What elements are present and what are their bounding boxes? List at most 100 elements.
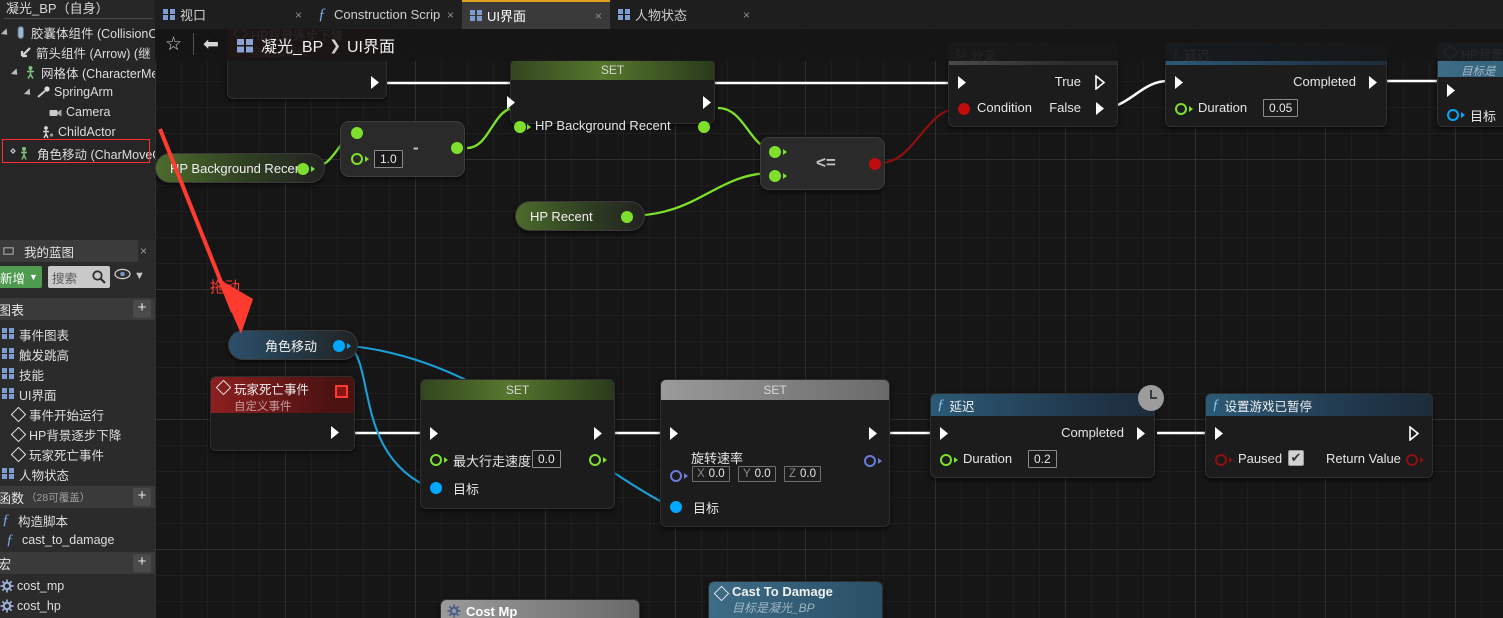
node-subtract-float[interactable]: 1.0 - — [340, 121, 465, 177]
breadcrumb-item-graph[interactable]: UI界面 — [347, 33, 395, 57]
variable-out-pin[interactable] — [621, 211, 633, 223]
node-set-game-paused[interactable]: ƒ 设置游戏已暂停 Paused ✔ Return Value — [1205, 393, 1433, 478]
node-set-rotation-rate[interactable]: SET 旋转速率 X 0.0 Y 0.0 Z 0.0 目标 — [660, 379, 890, 527]
add-graph-button[interactable]: + — [133, 300, 151, 318]
node-set-max-walk-speed[interactable]: SET 最大行走速度 0.0 目标 — [420, 379, 615, 509]
visibility-options-button[interactable]: ▼ — [114, 268, 145, 283]
exec-in-pin[interactable] — [957, 75, 970, 90]
graph-item-player-death[interactable]: 玩家死亡事件 — [12, 444, 104, 464]
exec-in-pin[interactable] — [1214, 426, 1227, 441]
return-value-pin[interactable] — [1406, 454, 1418, 466]
exec-out-pin[interactable] — [868, 426, 881, 441]
paused-checkbox[interactable]: ✔ — [1288, 450, 1304, 466]
back-arrow-icon[interactable]: ⬅ — [203, 35, 219, 54]
tab-viewport[interactable]: 视口 × — [155, 0, 310, 29]
close-icon[interactable]: × — [595, 9, 602, 23]
tab-construction-script[interactable]: ƒ Construction Scrip × — [310, 0, 462, 29]
outliner-row-camera[interactable]: Camera — [48, 102, 110, 122]
compare-result-pin[interactable] — [869, 158, 881, 170]
node-get-hp-recent[interactable]: HP Recent — [515, 201, 645, 231]
close-icon[interactable]: × — [743, 8, 750, 22]
graph-item-event-begin-play[interactable]: 事件开始运行 — [12, 404, 104, 424]
exec-completed-pin[interactable] — [1368, 75, 1381, 90]
outliner-row-arrow[interactable]: 箭头组件 (Arrow) (继 — [18, 42, 151, 62]
search-input[interactable]: 搜索 — [48, 266, 110, 288]
graph-item-hp-bg-decrease[interactable]: HP背景逐步下降 — [12, 424, 121, 444]
add-new-button[interactable]: 新增 ▼ — [0, 266, 42, 288]
value-out-pin[interactable] — [698, 121, 710, 133]
outliner-row-capsule[interactable]: 胶囊体组件 (CollisionC — [2, 22, 157, 42]
subtract-b-value[interactable]: 1.0 — [374, 150, 403, 168]
value-out-pin[interactable] — [589, 454, 601, 466]
expander-triangle-icon[interactable] — [25, 88, 34, 97]
graph-item-ui[interactable]: UI界面 — [2, 384, 57, 404]
target-pin[interactable] — [1447, 109, 1459, 121]
exec-out-pin[interactable] — [370, 75, 383, 90]
expander-triangle-icon[interactable] — [2, 28, 11, 37]
compare-a-pin[interactable] — [769, 146, 781, 158]
my-blueprint-close-icon[interactable]: × — [140, 244, 147, 258]
delay-duration-value[interactable]: 0.2 — [1028, 450, 1057, 468]
node-set-hp-background-recent[interactable]: SET HP Background Recent — [507, 59, 715, 133]
variable-out-pin[interactable] — [297, 163, 309, 175]
exec-out-pin[interactable] — [1409, 426, 1422, 441]
result-pin[interactable] — [451, 142, 463, 154]
rotation-x-value[interactable]: X 0.0 — [692, 466, 730, 482]
rotation-rate-pin[interactable] — [670, 470, 682, 482]
duration-pin[interactable] — [1175, 103, 1187, 115]
exec-in-pin[interactable] — [429, 426, 442, 441]
node-cost-mp[interactable]: Cost Mp — [440, 599, 640, 618]
outliner-row-mesh[interactable]: 网格体 (CharacterMe — [12, 62, 158, 82]
node-get-character-movement[interactable]: 角色移动 — [228, 330, 358, 360]
close-icon[interactable]: × — [447, 8, 454, 22]
macro-item-cost-mp[interactable]: cost_mp — [0, 576, 64, 596]
node-less-equal[interactable]: <= — [760, 137, 885, 190]
paused-pin[interactable] — [1215, 454, 1227, 466]
value-in-pin[interactable] — [514, 121, 526, 133]
add-macro-button[interactable]: + — [133, 554, 151, 572]
operand-b-pin[interactable] — [351, 153, 363, 165]
target-pin[interactable] — [430, 482, 442, 494]
function-item-cast-to-damage[interactable]: ƒ cast_to_damage — [6, 530, 114, 550]
star-icon[interactable]: ☆ — [165, 35, 182, 54]
exec-in-pin[interactable] — [1174, 75, 1187, 90]
rotation-y-value[interactable]: Y 0.0 — [738, 466, 776, 482]
graph-item-jump[interactable]: 触发跳高 — [2, 344, 69, 364]
node-get-hp-background-recent[interactable]: HP Background Recent — [155, 153, 325, 183]
my-blueprint-tab[interactable]: 我的蓝图 — [0, 240, 138, 262]
value-out-pin[interactable] — [864, 455, 876, 467]
tab-character-state[interactable]: 人物状态 × — [610, 0, 758, 29]
function-item-construction-script[interactable]: ƒ 构造脚本 — [2, 510, 68, 530]
blueprint-graph-canvas[interactable]: HP背景逐步下降 自定义事件 SET — [155, 29, 1503, 618]
max-walk-speed-value[interactable]: 0.0 — [532, 450, 561, 468]
operand-a-pin[interactable] — [351, 127, 363, 139]
add-function-button[interactable]: + — [133, 488, 151, 506]
target-pin[interactable] — [670, 501, 682, 513]
compare-b-pin[interactable] — [769, 170, 781, 182]
section-header-functions[interactable]: 函数 （28可覆盖） + — [0, 486, 155, 508]
macro-item-cost-hp[interactable]: cost_hp — [0, 596, 61, 616]
exec-in-pin[interactable] — [939, 426, 952, 441]
exec-in-pin[interactable] — [1446, 83, 1459, 98]
exec-out-pin[interactable] — [330, 425, 343, 440]
exec-out-pin[interactable] — [593, 426, 606, 441]
close-icon[interactable]: × — [295, 8, 302, 22]
exec-true-pin[interactable] — [1095, 75, 1108, 90]
graph-item-character-state[interactable]: 人物状态 — [2, 464, 69, 484]
expander-triangle-icon[interactable] — [12, 68, 21, 77]
section-header-macros[interactable]: 宏 + — [0, 552, 155, 574]
rotation-z-value[interactable]: Z 0.0 — [784, 466, 822, 482]
variable-out-pin[interactable] — [333, 340, 345, 352]
graph-item-event-graph[interactable]: 事件图表 — [2, 324, 69, 344]
graph-item-skill[interactable]: 技能 — [2, 364, 44, 384]
delay-duration-value[interactable]: 0.05 — [1263, 99, 1299, 117]
event-delegate-pin[interactable] — [335, 385, 348, 398]
section-header-graphs[interactable]: 图表 + — [0, 298, 155, 320]
condition-pin[interactable] — [958, 103, 970, 115]
node-delay-mid[interactable]: ƒ 延迟 Completed Duration 0.2 — [930, 393, 1155, 478]
exec-in-pin[interactable] — [506, 95, 519, 110]
breadcrumb-item-blueprint[interactable]: 凝光_BP — [261, 33, 323, 57]
exec-out-pin[interactable] — [702, 95, 715, 110]
node-player-death-event[interactable]: 玩家死亡事件 自定义事件 — [210, 376, 355, 451]
exec-false-pin[interactable] — [1095, 101, 1108, 116]
